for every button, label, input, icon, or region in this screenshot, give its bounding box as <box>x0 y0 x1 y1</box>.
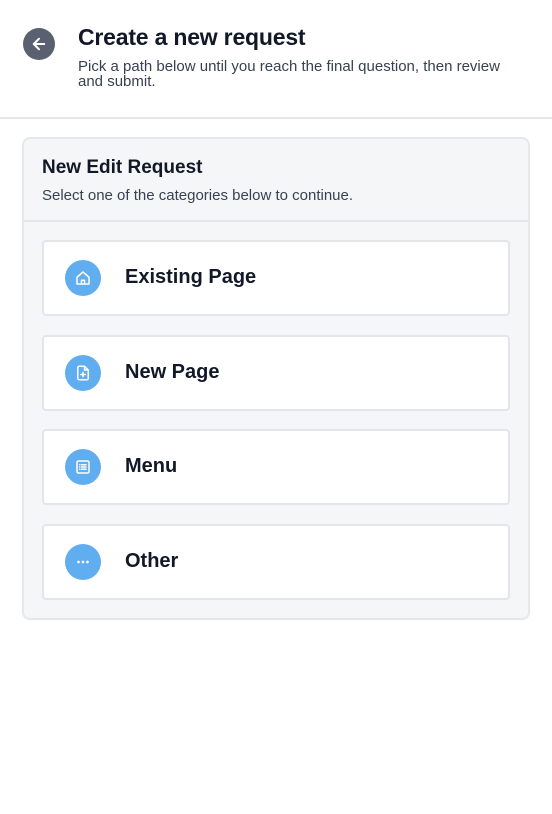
arrow-left-icon <box>32 37 46 51</box>
option-label: Existing Page <box>125 266 257 288</box>
file-plus-icon <box>65 354 101 391</box>
page-header: Create a new request Pick a path below u… <box>0 0 552 119</box>
card-subtitle: Select one of the categories below to co… <box>42 187 354 204</box>
option-menu[interactable]: Menu <box>42 429 510 505</box>
home-icon <box>65 260 101 296</box>
option-other[interactable]: Other <box>42 523 510 600</box>
page-subtitle: Pick a path below until you reach the fi… <box>78 58 500 90</box>
option-existing-page[interactable]: Existing Page <box>42 240 510 316</box>
option-label: Other <box>125 549 179 572</box>
option-label: New Page <box>125 360 220 383</box>
more-horizontal-icon <box>65 543 101 580</box>
page-title: Create a new request <box>78 24 306 50</box>
option-label: Menu <box>125 455 178 477</box>
list-icon <box>65 449 101 485</box>
option-new-page[interactable]: New Page <box>42 334 510 411</box>
category-options: Existing Page New Page Menu Other <box>42 240 510 618</box>
card-title: New Edit Request <box>42 157 203 178</box>
back-button[interactable] <box>23 28 55 60</box>
card-header: New Edit Request Select one of the categ… <box>24 139 528 222</box>
request-card: New Edit Request Select one of the categ… <box>22 137 530 620</box>
